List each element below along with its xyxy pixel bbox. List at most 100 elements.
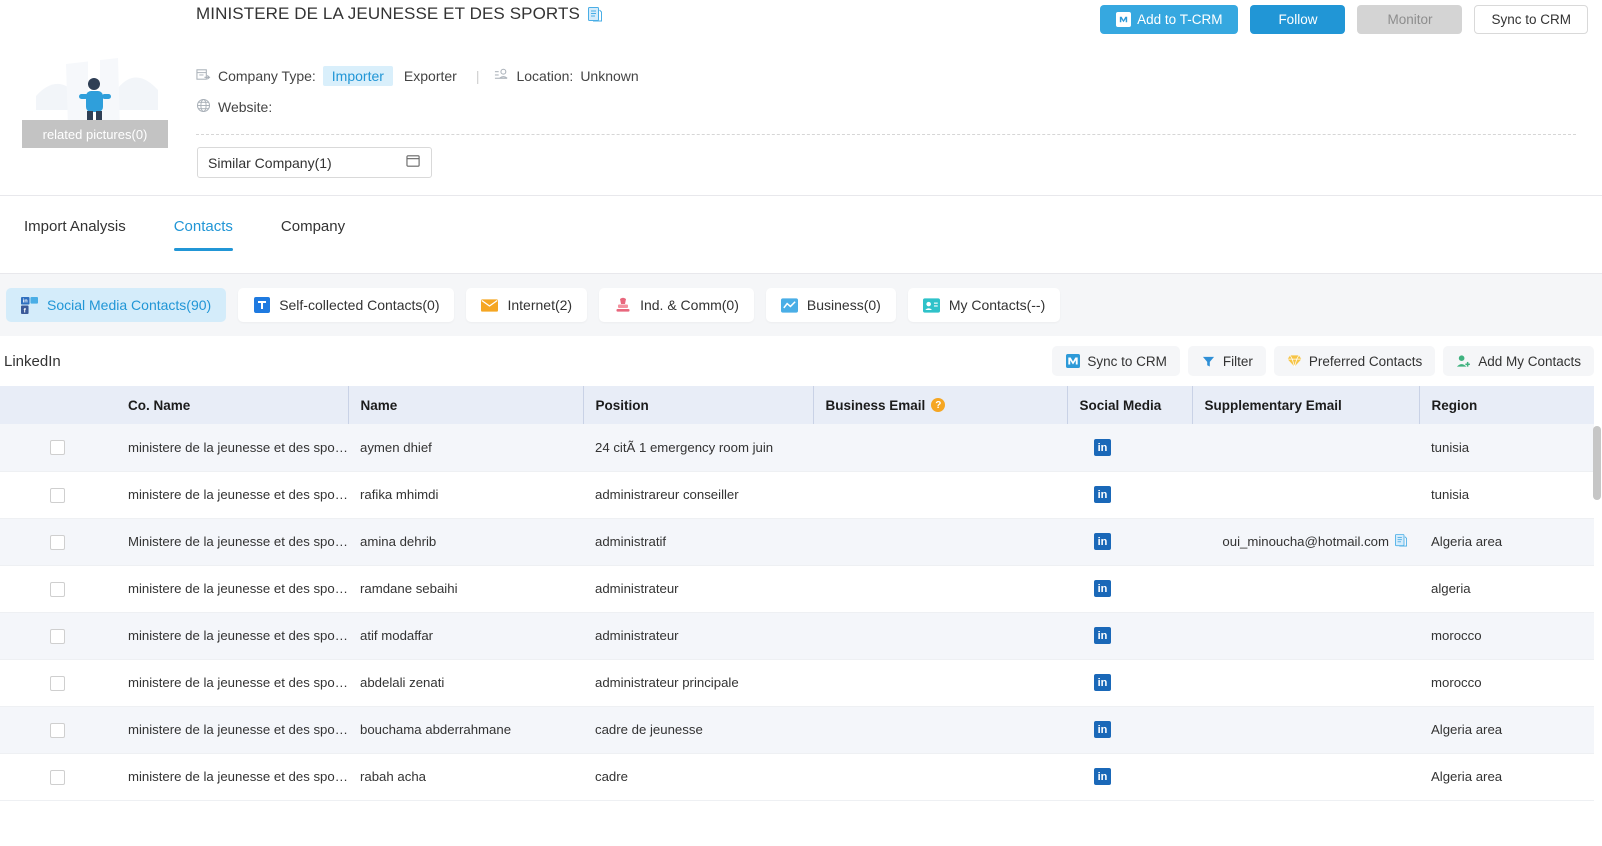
tab-company[interactable]: Company xyxy=(281,218,345,251)
add-to-crm-button[interactable]: Add to T-CRM xyxy=(1100,5,1239,34)
tab-contacts[interactable]: Contacts xyxy=(173,218,234,251)
cell-name: aymen dhief xyxy=(348,424,583,472)
cell-business-email xyxy=(813,471,1067,519)
chip-my-contacts[interactable]: My Contacts(--) xyxy=(907,288,1061,322)
filter-button[interactable]: Filter xyxy=(1187,346,1266,376)
table-row[interactable]: ministere de la jeunesse et des sports bo… xyxy=(0,706,1594,754)
location-label: Location: xyxy=(516,68,574,84)
cell-business-email xyxy=(813,706,1067,754)
table-toolbar: LinkedIn Sync to CRM Filter Preferred Co… xyxy=(0,336,1602,386)
contacts-table-body: ministere de la jeunesse et des sports ay… xyxy=(0,424,1594,801)
row-checkbox[interactable] xyxy=(50,769,65,785)
similar-company-select[interactable]: Similar Company(1) xyxy=(197,147,432,178)
row-checkbox-cell xyxy=(0,424,116,472)
scrollbar-thumb[interactable] xyxy=(1593,426,1601,500)
tab-import-analysis[interactable]: Import Analysis xyxy=(24,218,126,251)
tab-import-analysis-label: Import Analysis xyxy=(24,218,126,235)
cell-name: atif modaffar xyxy=(348,612,583,660)
column-select-all[interactable] xyxy=(0,386,116,424)
cell-co-name: ministere de la jeunesse et des sports xyxy=(116,471,348,519)
row-checkbox[interactable] xyxy=(50,534,65,550)
sync-to-crm-button-header[interactable]: Sync to CRM xyxy=(1474,5,1588,34)
row-checkbox-cell xyxy=(0,612,116,660)
table-row[interactable]: ministere de la jeunesse et des sports ra… xyxy=(0,753,1594,801)
column-header-position[interactable]: Position xyxy=(583,386,814,424)
cell-position: 24 citÃ 1 emergency room juin xyxy=(583,424,813,472)
supplementary-email-text: oui_minoucha@hotmail.com xyxy=(1222,534,1389,549)
follow-button[interactable]: Follow xyxy=(1250,5,1346,34)
main-tabs: Import Analysis Contacts Company xyxy=(24,218,345,251)
envelope-icon xyxy=(481,297,499,314)
company-type-icon xyxy=(196,67,211,85)
table-row[interactable]: Ministere de la jeunesse et des sports am… xyxy=(0,518,1594,566)
table-row[interactable]: ministere de la jeunesse et des sports ab… xyxy=(0,659,1594,707)
help-icon[interactable]: ? xyxy=(931,398,946,412)
table-row[interactable]: ministere de la jeunesse et des sports ra… xyxy=(0,565,1594,613)
contacts-table-container: Co. Name Name Position Business Email ? … xyxy=(0,386,1602,832)
chip-self-collected-contacts[interactable]: Self-collected Contacts(0) xyxy=(238,288,455,322)
filter-icon xyxy=(1201,354,1216,369)
chip-business[interactable]: Business(0) xyxy=(765,288,896,322)
table-vertical-scrollbar[interactable] xyxy=(1593,424,1601,832)
sync-to-crm-button[interactable]: Sync to CRM xyxy=(1052,346,1180,376)
company-type-importer[interactable]: Importer xyxy=(322,66,393,86)
chip-internet[interactable]: Internet(2) xyxy=(466,288,588,322)
company-type-exporter[interactable]: Exporter xyxy=(400,66,461,86)
column-header-region[interactable]: Region xyxy=(1419,386,1594,424)
meta-divider: | xyxy=(475,68,480,84)
chip-ind-comm[interactable]: Ind. & Comm(0) xyxy=(599,288,754,322)
sync-to-crm-label-header: Sync to CRM xyxy=(1491,12,1571,27)
row-checkbox[interactable] xyxy=(50,722,65,738)
linkedin-icon[interactable]: in xyxy=(1094,486,1111,504)
column-header-business-email[interactable]: Business Email ? xyxy=(813,386,1068,424)
cell-supplementary-email xyxy=(1192,565,1419,613)
chip-self-collected-contacts-label: Self-collected Contacts(0) xyxy=(279,297,440,313)
linkedin-icon[interactable]: in xyxy=(1094,580,1111,598)
cell-region: Algeria area xyxy=(1419,753,1594,801)
table-row[interactable]: ministere de la jeunesse et des sports ra… xyxy=(0,471,1594,519)
copy-document-icon[interactable] xyxy=(1395,533,1407,550)
cell-supplementary-email xyxy=(1192,659,1419,707)
column-header-name[interactable]: Name xyxy=(348,386,584,424)
company-type-label: Company Type: xyxy=(218,68,316,84)
cell-co-name: ministere de la jeunesse et des sports xyxy=(116,706,348,754)
linkedin-icon[interactable]: in xyxy=(1094,721,1111,739)
cell-social-media: in xyxy=(1067,565,1192,613)
row-checkbox[interactable] xyxy=(50,675,65,691)
website-row: Website: xyxy=(196,98,279,116)
monitor-button[interactable]: Monitor xyxy=(1357,5,1463,34)
row-checkbox[interactable] xyxy=(50,487,65,503)
cell-social-media: in xyxy=(1067,753,1192,801)
column-header-social-media[interactable]: Social Media xyxy=(1067,386,1193,424)
column-header-supplementary-email[interactable]: Supplementary Email xyxy=(1192,386,1420,424)
cell-co-name: ministere de la jeunesse et des sports xyxy=(116,753,348,801)
row-checkbox[interactable] xyxy=(50,581,65,597)
linkedin-icon[interactable]: in xyxy=(1094,533,1111,551)
linkedin-icon[interactable]: in xyxy=(1094,674,1111,692)
company-title-row: MINISTERE DE LA JEUNESSE ET DES SPORTS xyxy=(196,4,602,24)
chip-social-media-contacts[interactable]: in f Social Media Contacts(90) xyxy=(6,288,227,322)
copy-document-icon[interactable] xyxy=(587,6,602,22)
column-header-co-name[interactable]: Co. Name xyxy=(116,386,349,424)
linkedin-icon[interactable]: in xyxy=(1094,439,1111,456)
contact-card-icon xyxy=(922,297,940,314)
row-checkbox-cell xyxy=(0,518,116,566)
table-row[interactable]: ministere de la jeunesse et des sports at… xyxy=(0,612,1594,660)
cell-position: cadre de jeunesse xyxy=(583,706,813,754)
related-pictures-label: related pictures(0) xyxy=(22,120,168,148)
cell-region: tunisia xyxy=(1419,424,1594,472)
linkedin-icon[interactable]: in xyxy=(1094,627,1111,645)
cell-social-media: in xyxy=(1067,706,1192,754)
row-checkbox[interactable] xyxy=(50,628,65,644)
table-row[interactable]: ministere de la jeunesse et des sports ay… xyxy=(0,424,1594,472)
crm-icon xyxy=(1065,354,1080,369)
globe-icon xyxy=(196,98,211,116)
preferred-contacts-button[interactable]: Preferred Contacts xyxy=(1273,346,1436,376)
cell-business-email xyxy=(813,659,1067,707)
chip-my-contacts-label: My Contacts(--) xyxy=(948,297,1046,313)
row-checkbox[interactable] xyxy=(50,440,65,456)
add-my-contacts-button[interactable]: Add My Contacts xyxy=(1443,346,1594,376)
cell-co-name: ministere de la jeunesse et des sports xyxy=(116,659,348,707)
chip-social-media-contacts-label: Social Media Contacts(90) xyxy=(47,297,212,313)
linkedin-icon[interactable]: in xyxy=(1094,768,1111,786)
